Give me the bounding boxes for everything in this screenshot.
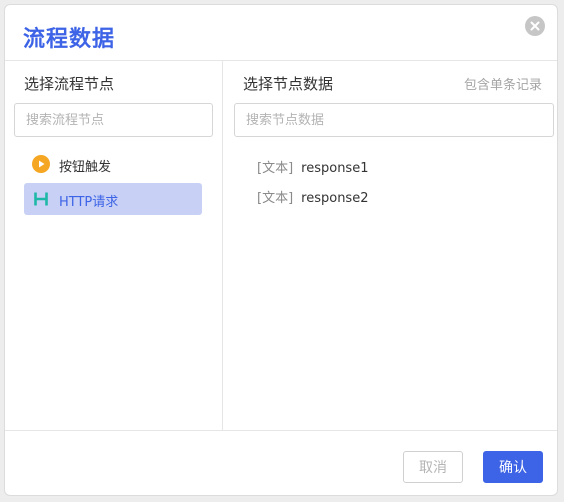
field-type-tag: [文本]	[257, 191, 294, 206]
single-record-hint: 包含单条记录	[463, 78, 542, 93]
node-panel: 选择流程节点 按钮触发 HTTP请求	[5, 61, 223, 430]
field-type-tag: [文本]	[257, 161, 294, 176]
field-item-response1[interactable]: [文本] response1	[257, 157, 368, 176]
node-panel-heading: 选择流程节点	[24, 75, 115, 93]
cancel-button[interactable]: 取消	[403, 451, 463, 483]
field-panel: 选择节点数据 包含单条记录 [文本] response1 [文本] response…	[223, 61, 557, 430]
close-icon	[530, 21, 540, 31]
flow-data-dialog: 流程数据 选择流程节点 按钮触发 HTTP请求	[4, 4, 558, 496]
node-item-label: 按钮触发	[59, 160, 112, 175]
field-panel-heading: 选择节点数据	[243, 75, 334, 93]
dialog-header: 流程数据	[5, 5, 557, 61]
confirm-button[interactable]: 确认	[483, 451, 543, 483]
field-name: response2	[301, 191, 369, 206]
dialog-title: 流程数据	[23, 27, 116, 52]
field-item-response2[interactable]: [文本] response2	[257, 187, 368, 206]
play-circle-icon	[32, 155, 50, 173]
field-name: response1	[301, 161, 369, 176]
node-item-http-request[interactable]: HTTP请求	[24, 183, 202, 215]
dialog-body: 选择流程节点 按钮触发 HTTP请求 选择节点数据 包含单条记录	[5, 61, 557, 431]
http-h-icon	[34, 192, 48, 206]
close-button[interactable]	[525, 16, 545, 36]
dialog-footer: 取消 确认	[5, 431, 557, 495]
node-search-input[interactable]	[14, 103, 213, 137]
node-item-button-trigger[interactable]: 按钮触发	[24, 148, 202, 180]
field-search-input[interactable]	[234, 103, 554, 137]
node-item-label: HTTP请求	[59, 195, 119, 210]
